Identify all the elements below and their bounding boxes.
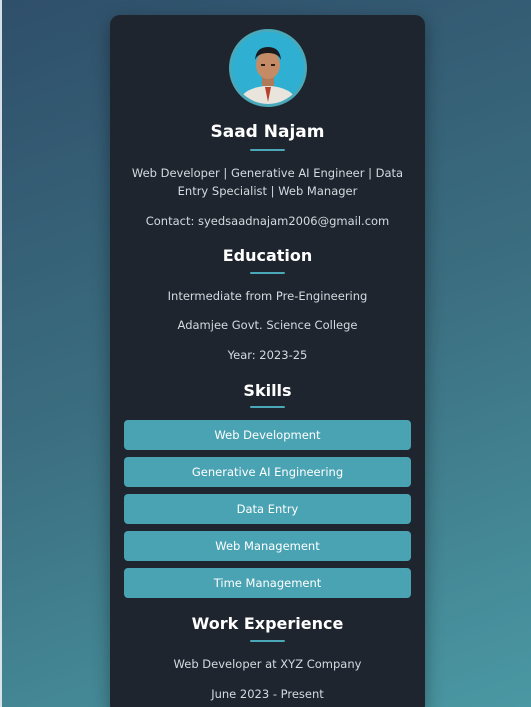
work-period: June 2023 - Present — [211, 687, 324, 701]
avatar-photo — [232, 32, 304, 104]
skill-web-development[interactable]: Web Development — [124, 420, 411, 450]
education-heading: Education — [222, 246, 313, 265]
skill-generative-ai-engineering[interactable]: Generative AI Engineering — [124, 457, 411, 487]
education-underline — [250, 272, 285, 274]
education-year: Year: 2023-25 — [227, 348, 308, 362]
skill-time-management[interactable]: Time Management — [124, 568, 411, 598]
resume-card: Saad Najam Web Developer | Generative AI… — [110, 15, 425, 707]
avatar — [229, 29, 307, 107]
window-edge — [0, 0, 2, 707]
work-underline — [250, 640, 285, 642]
skill-data-entry[interactable]: Data Entry — [124, 494, 411, 524]
skills-underline — [250, 406, 285, 408]
education-degree: Intermediate from Pre-Engineering — [167, 289, 368, 303]
education-college: Adamjee Govt. Science College — [177, 318, 358, 332]
profile-name: Saad Najam — [210, 122, 325, 142]
contact-email: Contact: syedsaadnajam2006@gmail.com — [145, 214, 390, 228]
work-role: Web Developer at XYZ Company — [173, 657, 362, 671]
name-underline — [250, 149, 285, 151]
profile-tagline: Web Developer | Generative AI Engineer |… — [131, 166, 404, 198]
skills-heading: Skills — [243, 381, 292, 400]
work-heading: Work Experience — [191, 614, 344, 633]
skill-web-management[interactable]: Web Management — [124, 531, 411, 561]
